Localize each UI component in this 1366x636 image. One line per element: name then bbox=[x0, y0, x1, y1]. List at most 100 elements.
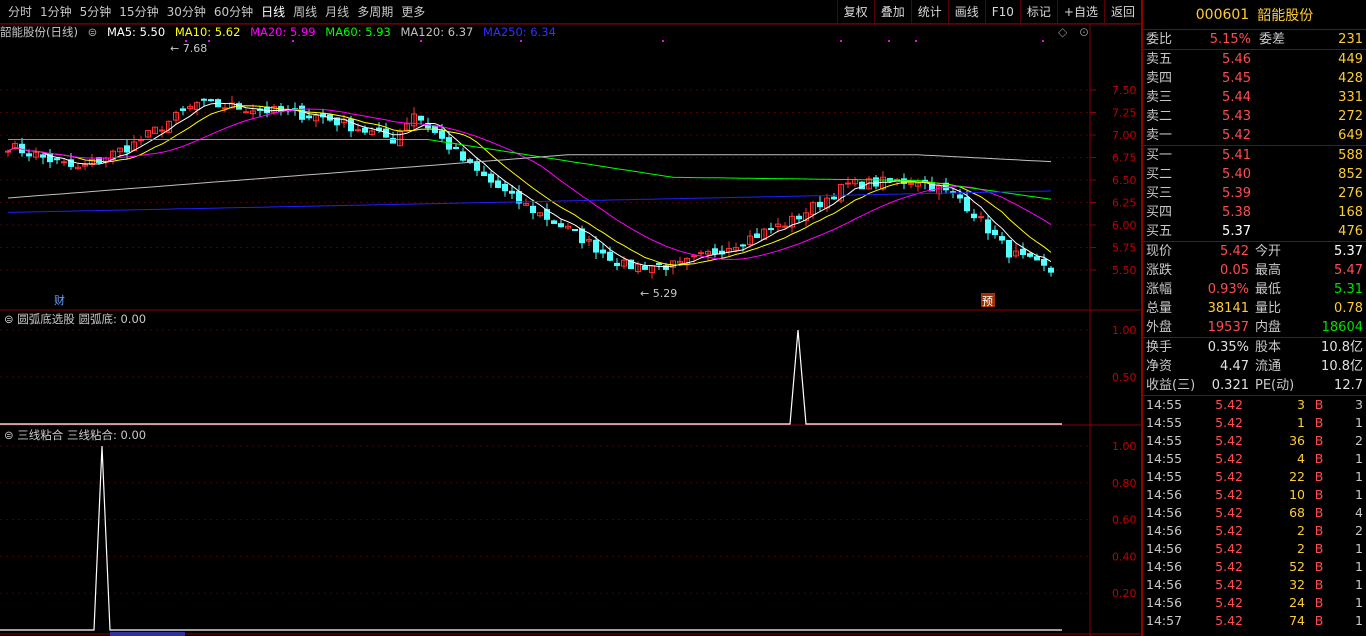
candle-down bbox=[460, 151, 466, 161]
tick-side: B bbox=[1314, 451, 1324, 466]
ma-legend: 韶能股份(日线) ⊜ MA5: 5.50 MA10: 5.62 MA20: 5.… bbox=[0, 24, 1090, 40]
tick-time: 14:56 bbox=[1146, 595, 1183, 610]
candle-down bbox=[1020, 248, 1026, 256]
sells-price: 5.44 bbox=[1222, 90, 1251, 105]
sells-volume: 331 bbox=[1338, 90, 1363, 105]
tick-price: 5.42 bbox=[1215, 613, 1243, 628]
sub1-settings-icon[interactable]: ⊜ bbox=[4, 312, 14, 326]
price-tick-label: 6.75 bbox=[1112, 152, 1137, 165]
candle-down bbox=[1048, 267, 1054, 273]
stat-value: 0.321 bbox=[1211, 378, 1249, 393]
tick-price: 5.42 bbox=[1215, 487, 1243, 502]
tick-row: 14:55 5.42 4 B 1 bbox=[1143, 450, 1366, 468]
stat-label: 内盘 bbox=[1255, 320, 1282, 335]
candle-down bbox=[502, 183, 508, 192]
candle-up bbox=[355, 129, 361, 132]
stat-value: 18604 bbox=[1321, 320, 1363, 335]
candle-down bbox=[642, 265, 648, 270]
tick-count: 1 bbox=[1355, 595, 1363, 610]
sub2-settings-icon[interactable]: ⊜ bbox=[4, 428, 14, 442]
candle-down bbox=[572, 229, 578, 232]
signal-dot bbox=[520, 40, 522, 42]
tick-volume: 1 bbox=[1297, 415, 1305, 430]
candle-down bbox=[964, 196, 970, 212]
price-tick-label: 7.25 bbox=[1112, 107, 1137, 120]
tick-side: B bbox=[1314, 541, 1324, 556]
tick-side: B bbox=[1314, 595, 1324, 610]
kline-chart[interactable]: 7.50 7.25 7.00 6.75 6.50 6.25 6.00 5.75 5.50 ← 7.… bbox=[0, 0, 1141, 636]
candle-down bbox=[495, 180, 501, 188]
sub2-tick-label: 0.80 bbox=[1112, 477, 1137, 490]
chart-corner-icons[interactable]: ◇ ⊙ bbox=[1058, 25, 1093, 39]
candle-down bbox=[453, 146, 459, 150]
tick-time: 14:56 bbox=[1146, 505, 1183, 520]
candle-up bbox=[243, 111, 249, 114]
tick-count: 1 bbox=[1355, 613, 1363, 628]
sub2-tick-label: 1.00 bbox=[1112, 440, 1137, 453]
sells-row: 卖一 5.42 649 bbox=[1143, 126, 1366, 145]
candle-up bbox=[845, 182, 851, 185]
sub2-legend: ⊜ 三线粘合 三线粘合: 0.00 bbox=[4, 427, 146, 443]
candle-down bbox=[26, 153, 32, 157]
stat-row: 换手 0.35% 股本 10.8亿 bbox=[1143, 338, 1366, 357]
tick-price: 5.42 bbox=[1215, 523, 1243, 538]
tick-list[interactable]: 14:55 5.42 3 B 3 14:55 5.42 1 B 1 14:55 5.42 36 B 2 14:… bbox=[1143, 396, 1366, 630]
quote-panel: 000601 韶能股份 委比 5.15% 委差 231 卖五 5.46 449 卖四 5… bbox=[1141, 0, 1366, 636]
candle-down bbox=[1034, 256, 1040, 261]
tick-side: B bbox=[1314, 469, 1324, 484]
buys-price: 5.39 bbox=[1222, 186, 1251, 201]
tick-time: 14:55 bbox=[1146, 415, 1183, 430]
tick-row: 14:56 5.42 68 B 4 bbox=[1143, 504, 1366, 522]
stat-label: 收益(三) bbox=[1146, 378, 1196, 393]
stat-row: 涨跌 0.05 最高 5.47 bbox=[1143, 261, 1366, 280]
buys-label: 买一 bbox=[1146, 148, 1173, 163]
candle-up bbox=[698, 252, 704, 255]
stat-label: 换手 bbox=[1146, 340, 1173, 355]
candle-down bbox=[530, 205, 536, 214]
legend-settings-icon[interactable]: ⊜ bbox=[88, 25, 98, 39]
stock-code: 000601 bbox=[1195, 6, 1250, 23]
candle-down bbox=[754, 233, 760, 238]
stat-value: 5.31 bbox=[1334, 282, 1363, 297]
candle-up bbox=[61, 161, 67, 164]
tick-row: 14:56 5.42 2 B 1 bbox=[1143, 540, 1366, 558]
candle-down bbox=[124, 145, 130, 153]
scrollbar-thumb[interactable] bbox=[110, 632, 185, 636]
candle-down bbox=[40, 154, 46, 158]
candle-down bbox=[488, 173, 494, 183]
sells-row: 卖五 5.46 449 bbox=[1143, 50, 1366, 69]
stock-header: 000601 韶能股份 bbox=[1143, 0, 1366, 30]
price-tick-label: 6.50 bbox=[1112, 174, 1137, 187]
candle-down bbox=[957, 194, 963, 199]
sub2-tick-label: 0.20 bbox=[1112, 587, 1137, 600]
candle-down bbox=[439, 130, 445, 139]
tick-count: 1 bbox=[1355, 541, 1363, 556]
sells-volume: 428 bbox=[1338, 71, 1363, 86]
candle-down bbox=[607, 251, 613, 261]
sells-label: 卖三 bbox=[1146, 90, 1173, 105]
tick-row: 14:55 5.42 36 B 2 bbox=[1143, 432, 1366, 450]
sells-row: 卖二 5.43 272 bbox=[1143, 107, 1366, 126]
tick-count: 1 bbox=[1355, 559, 1363, 574]
buys-price: 5.38 bbox=[1222, 205, 1251, 220]
buys-label: 买三 bbox=[1146, 186, 1173, 201]
buys-volume: 168 bbox=[1338, 205, 1363, 220]
tick-volume: 68 bbox=[1289, 505, 1305, 520]
sells-volume: 449 bbox=[1338, 52, 1363, 67]
stat-label: 流通 bbox=[1255, 359, 1282, 374]
sub2-signal-line bbox=[0, 445, 1062, 631]
legend-ma60: MA60: 5.93 bbox=[325, 25, 391, 39]
sub2-label: 三线粘合 三线粘合: 0.00 bbox=[17, 428, 147, 442]
candle-down bbox=[873, 177, 879, 187]
tick-count: 2 bbox=[1355, 433, 1363, 448]
stat-label: 最高 bbox=[1255, 263, 1282, 278]
tick-row: 14:55 5.42 22 B 1 bbox=[1143, 468, 1366, 486]
weicha-label: 委差 bbox=[1259, 32, 1286, 47]
candle-up bbox=[691, 255, 697, 258]
stat-value: 5.47 bbox=[1334, 263, 1363, 278]
stats-block-2: 换手 0.35% 股本 10.8亿 净资 4.47 流通 10.8亿 收益(三) 0.321 PE(… bbox=[1143, 338, 1366, 395]
tick-count: 4 bbox=[1355, 505, 1363, 520]
tick-volume: 24 bbox=[1289, 595, 1305, 610]
candle-down bbox=[614, 262, 620, 267]
tick-side: B bbox=[1314, 613, 1324, 628]
